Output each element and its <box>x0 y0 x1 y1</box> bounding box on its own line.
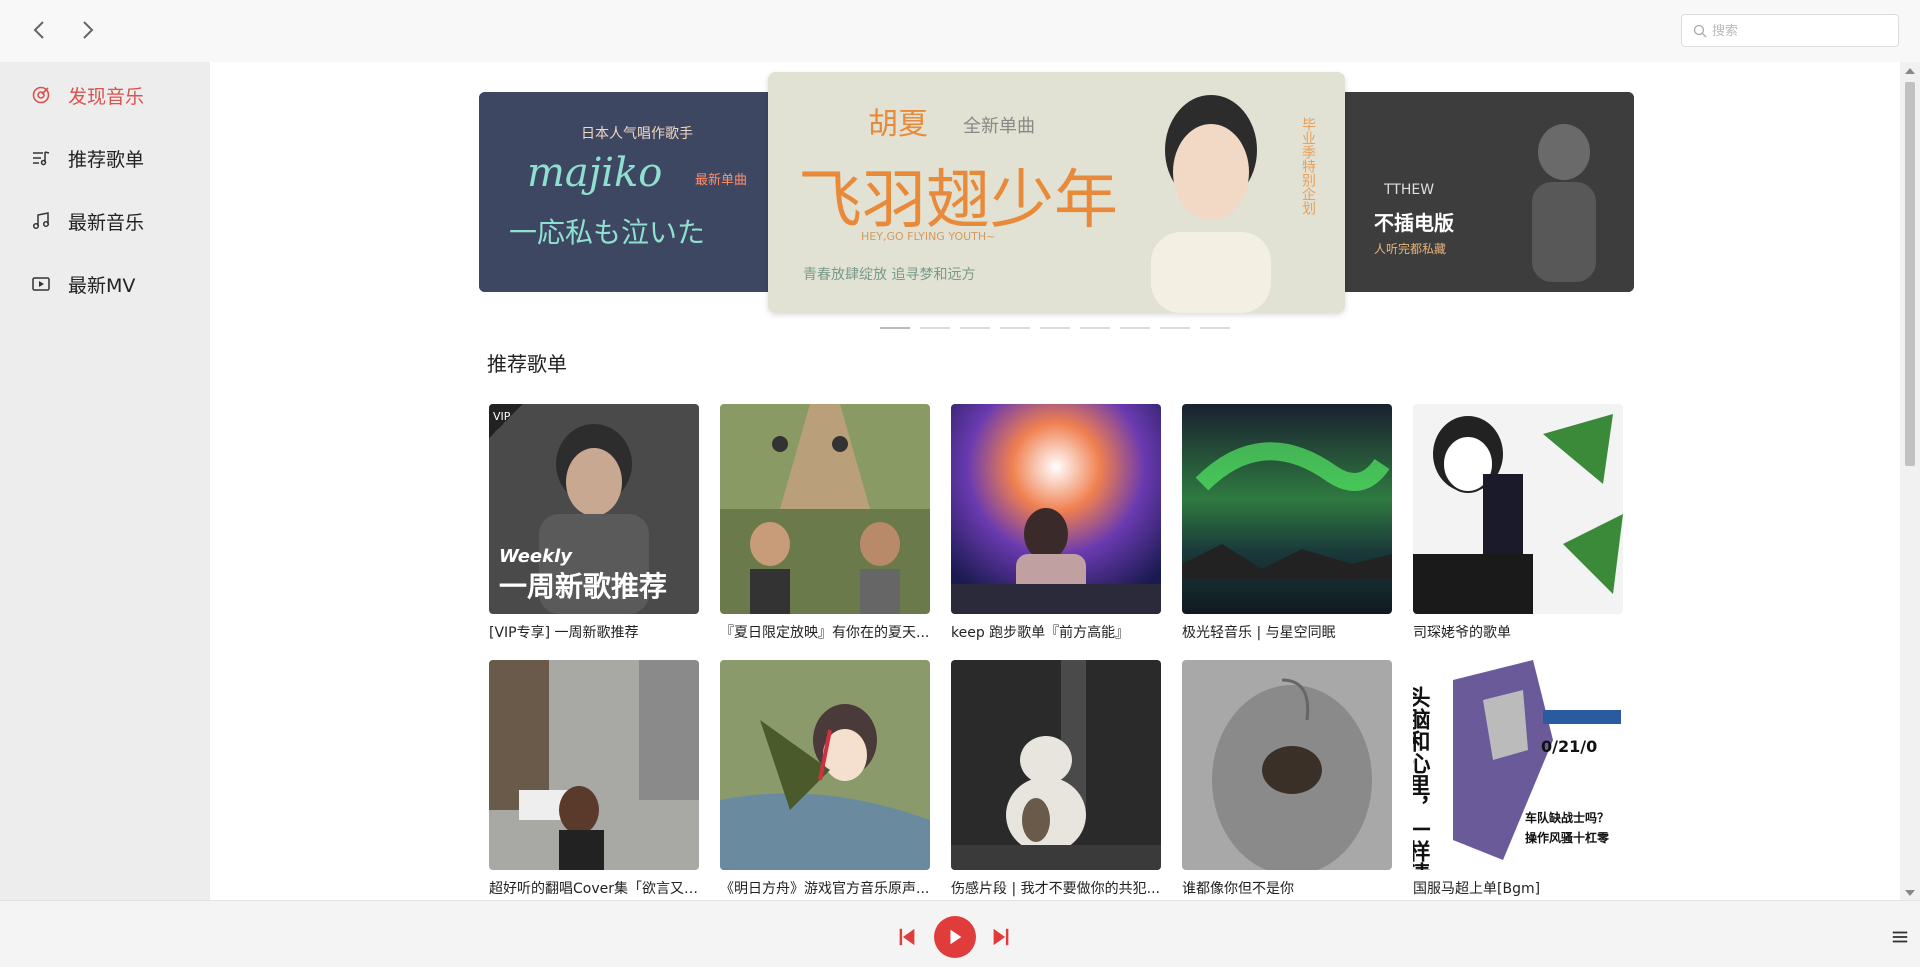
banner-center-slogan: 青春放肆绽放 追寻梦和远方 <box>803 267 975 283</box>
sidebar-item-mv[interactable]: 最新MV <box>30 269 135 299</box>
playlist-card[interactable]: 头脑和心里，一样清楚 0/21/0 车队缺战士吗？ 操作风骚十杠零 国服马超上单… <box>1413 660 1623 898</box>
search-box[interactable] <box>1681 14 1899 47</box>
playlist-card[interactable]: 超好听的翻唱Cover集「欲言又止... <box>489 660 699 898</box>
banner-dot[interactable] <box>1160 327 1190 329</box>
playlist-cover[interactable] <box>1413 404 1623 614</box>
banner-dot[interactable] <box>1000 327 1030 329</box>
banner-left-line3: 一応私も泣いた <box>509 216 705 249</box>
banner-dot[interactable] <box>880 327 910 329</box>
playlist-cover[interactable]: 头脑和心里，一样清楚 0/21/0 车队缺战士吗？ 操作风骚十杠零 <box>1413 660 1623 870</box>
banner-slide-left[interactable]: 日本人气唱作歌手 majiko 最新单曲 一応私も泣いた <box>479 92 779 292</box>
banner-center-tag: 全新单曲 <box>963 116 1035 137</box>
main-content: 日本人气唱作歌手 majiko 最新单曲 一応私も泣いた TTHEW 不插电版 … <box>210 62 1900 900</box>
banner-dot[interactable] <box>1040 327 1070 329</box>
playlist-title[interactable]: 《明日方舟》游戏官方音乐原声... <box>720 878 930 898</box>
previous-icon <box>899 928 915 946</box>
search-icon <box>1693 24 1707 38</box>
playlist-cover[interactable]: Weekly 一周新歌推荐 VIP <box>489 404 699 614</box>
playlist-card[interactable]: 伤感片段 | 我才不要做你的共犯... <box>951 660 1161 898</box>
banner-dot[interactable] <box>1080 327 1110 329</box>
cover-text: 头脑和心里，一样清楚 <box>1413 686 1431 870</box>
playlist-card[interactable]: 『夏日限定放映』有你在的夏天... <box>720 404 930 642</box>
playlist-cover[interactable] <box>1182 404 1392 614</box>
banner-dot[interactable] <box>960 327 990 329</box>
cover-text: 一周新歌推荐 <box>499 570 667 603</box>
search-input[interactable] <box>1712 21 1892 41</box>
scroll-thumb[interactable] <box>1905 82 1915 466</box>
playlist-title[interactable]: 极光轻音乐 | 与星空同眠 <box>1182 622 1392 642</box>
cover-text: Weekly <box>499 546 573 567</box>
cover-text: 操作风骚十杠零 <box>1525 830 1610 845</box>
back-icon[interactable] <box>28 18 52 42</box>
scroll-down-arrow[interactable] <box>1905 890 1915 896</box>
banner-left-line1: 日本人气唱作歌手 <box>581 126 693 142</box>
banner-slide-right[interactable]: TTHEW 不插电版 人听完都私藏 <box>1334 92 1634 292</box>
scroll-up-arrow[interactable] <box>1905 68 1915 74</box>
playlist-card[interactable]: keep 跑步歌单『前方高能』 <box>951 404 1161 642</box>
banner-right-line3: 人听完都私藏 <box>1374 241 1446 256</box>
discover-icon <box>30 84 52 106</box>
banner-center-en: HEY,GO FLYING YOUTH~ <box>861 230 995 243</box>
forward-icon[interactable] <box>75 18 99 42</box>
playlist-card[interactable]: Weekly 一周新歌推荐 VIP [VIP专享] 一周新歌推荐 <box>489 404 699 642</box>
banner-left-line2: majiko <box>527 150 662 196</box>
banner-dot[interactable] <box>1200 327 1230 329</box>
playlist-cover[interactable] <box>489 660 699 870</box>
player-bar <box>0 900 1920 967</box>
sidebar-item-new-music[interactable]: 最新音乐 <box>30 206 144 236</box>
playlist-title[interactable]: 国服马超上单[Bgm] <box>1413 878 1623 898</box>
playlist-cover[interactable] <box>720 404 930 614</box>
playlist-title[interactable]: keep 跑步歌单『前方高能』 <box>951 622 1161 642</box>
sidebar-item-label: 推荐歌单 <box>68 148 145 171</box>
cover-text: 车队缺战士吗？ <box>1525 810 1609 825</box>
playlist-icon <box>30 147 52 169</box>
cover-text: 0/21/0 <box>1541 737 1597 756</box>
scrollbar[interactable] <box>1900 62 1920 900</box>
play-icon <box>950 929 962 945</box>
vip-badge: VIP <box>489 404 523 438</box>
sidebar-item-label: 最新MV <box>68 274 136 297</box>
banner-dot[interactable] <box>920 327 950 329</box>
previous-track-button[interactable] <box>896 925 918 949</box>
banner-center-title: 飞羽翅少年 <box>798 164 1118 238</box>
next-track-button[interactable] <box>990 925 1012 949</box>
banner-left-tag: 最新单曲 <box>695 172 747 188</box>
playlist-title[interactable]: 司琛姥爷的歌单 <box>1413 622 1623 642</box>
playlist-card[interactable]: 谁都像你但不是你 <box>1182 660 1392 898</box>
playlist-title[interactable]: 谁都像你但不是你 <box>1182 878 1392 898</box>
banner-right-line2: 不插电版 <box>1374 211 1454 235</box>
playlist-cover[interactable] <box>951 660 1161 870</box>
playlist-title[interactable]: 伤感片段 | 我才不要做你的共犯... <box>951 878 1161 898</box>
music-note-icon <box>30 210 52 232</box>
sidebar: 发现音乐 推荐歌单 最新音乐 最新MV <box>0 62 210 900</box>
playlist-menu-button[interactable] <box>1890 927 1910 947</box>
menu-icon <box>1892 931 1908 943</box>
playlist-title[interactable]: 『夏日限定放映』有你在的夏天... <box>720 622 930 642</box>
next-icon <box>993 928 1009 946</box>
playlist-cover[interactable] <box>1182 660 1392 870</box>
banner-right-line1: TTHEW <box>1383 182 1434 198</box>
playlist-title[interactable]: 超好听的翻唱Cover集「欲言又止... <box>489 878 699 898</box>
playlist-cover[interactable] <box>951 404 1161 614</box>
banner-slide-center[interactable]: 胡夏 全新单曲 飞羽翅少年 HEY,GO FLYING YOUTH~ 青春放肆绽… <box>768 72 1345 313</box>
video-icon <box>30 273 52 295</box>
playlist-card[interactable]: 极光轻音乐 | 与星空同眠 <box>1182 404 1392 642</box>
section-title: 推荐歌单 <box>487 352 567 376</box>
banner-pagination <box>880 327 1240 331</box>
playlist-card[interactable]: 《明日方舟》游戏官方音乐原声... <box>720 660 930 898</box>
sidebar-item-discover[interactable]: 发现音乐 <box>30 80 144 110</box>
sidebar-item-playlists[interactable]: 推荐歌单 <box>30 143 144 173</box>
banner-center-artist: 胡夏 <box>868 107 928 142</box>
playlist-title[interactable]: [VIP专享] 一周新歌推荐 <box>489 622 699 642</box>
playlist-cover[interactable] <box>720 660 930 870</box>
banner-center-side: 毕业季特别企划 <box>1300 117 1316 215</box>
play-button[interactable] <box>934 916 976 958</box>
playlist-card[interactable]: 司琛姥爷的歌单 <box>1413 404 1623 642</box>
sidebar-item-label: 最新音乐 <box>68 211 145 234</box>
banner-dot[interactable] <box>1120 327 1150 329</box>
sidebar-item-label: 发现音乐 <box>68 85 145 108</box>
top-bar <box>0 0 1920 62</box>
